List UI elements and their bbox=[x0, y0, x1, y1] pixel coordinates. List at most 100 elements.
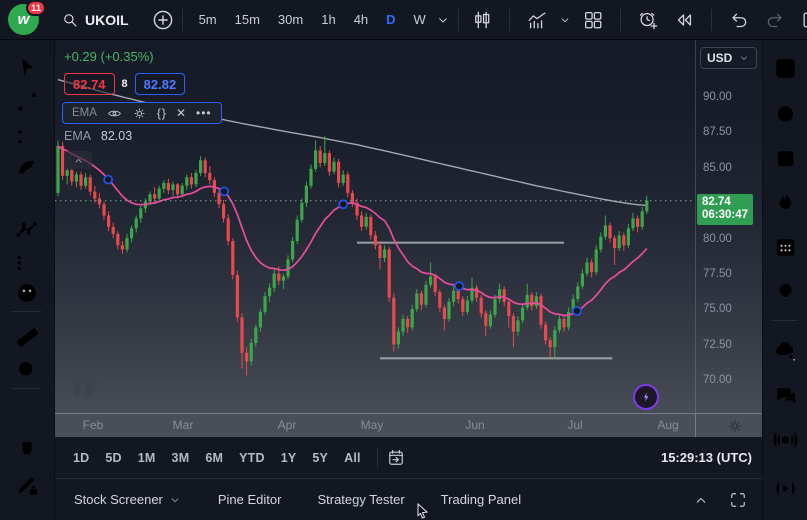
interval-menu-button[interactable] bbox=[435, 5, 451, 35]
chevron-up-icon[interactable] bbox=[692, 491, 710, 509]
zoom-in-tool-icon[interactable] bbox=[13, 356, 41, 384]
notification-badge: 11 bbox=[26, 0, 46, 16]
compare-add-symbol-button[interactable] bbox=[151, 5, 175, 35]
layout-grid-icon[interactable] bbox=[577, 5, 609, 35]
save-square-icon[interactable] bbox=[795, 5, 807, 35]
candlestick-chart[interactable] bbox=[55, 40, 695, 413]
ideas-icon[interactable] bbox=[771, 278, 799, 306]
time-scale[interactable]: FebMarAprMayJunJulAug bbox=[55, 413, 762, 437]
symbol-label: UKOIL bbox=[85, 12, 129, 28]
text-tool-icon[interactable] bbox=[13, 184, 41, 212]
gear-icon[interactable] bbox=[132, 106, 147, 121]
interval-button-1h[interactable]: 1h bbox=[312, 5, 344, 35]
range-button-All[interactable]: All bbox=[336, 445, 369, 471]
chevron-down-icon[interactable] bbox=[557, 5, 573, 35]
ruler-tool-icon[interactable] bbox=[13, 323, 41, 351]
calendar-icon[interactable] bbox=[771, 233, 799, 261]
replay-icon[interactable] bbox=[668, 5, 700, 35]
range-button-6M[interactable]: 6M bbox=[197, 445, 231, 471]
price-scale[interactable]: USD 90.0087.5085.0080.0077.5075.0072.507… bbox=[695, 40, 762, 413]
month-label-aug: Aug bbox=[657, 418, 678, 432]
interval-button-D[interactable]: D bbox=[377, 5, 404, 35]
cursor-tool-icon[interactable] bbox=[13, 54, 41, 82]
indicator-legend-name: EMA bbox=[64, 129, 90, 143]
xabcd-pattern-tool-icon[interactable] bbox=[13, 216, 41, 244]
currency-dropdown[interactable]: USD bbox=[700, 47, 757, 69]
footer-right-icons bbox=[692, 490, 762, 510]
range-button-YTD[interactable]: YTD bbox=[231, 445, 273, 471]
range-button-1D[interactable]: 1D bbox=[65, 445, 97, 471]
source-code-icon[interactable]: { } bbox=[157, 107, 166, 119]
user-avatar[interactable]: w 11 bbox=[8, 4, 39, 35]
go-to-date-icon[interactable] bbox=[386, 448, 406, 468]
indicator-drag-handle[interactable] bbox=[455, 282, 463, 290]
chart-pane[interactable]: +0.29 (+0.35%) 82.74 8 82.82 EMA { } ✕ •… bbox=[55, 40, 695, 413]
long-ma-line[interactable] bbox=[58, 80, 647, 206]
forecast-tool-icon[interactable] bbox=[13, 249, 41, 277]
live-icon[interactable] bbox=[771, 474, 799, 502]
last-price-badge: 82.74 06:30:47 bbox=[697, 194, 753, 225]
range-button-3M[interactable]: 3M bbox=[164, 445, 198, 471]
sell-button[interactable]: 82.74 bbox=[64, 73, 115, 95]
expand-panel-icon[interactable] bbox=[728, 490, 748, 510]
fib-lines-tool-icon[interactable] bbox=[13, 120, 41, 148]
hotlists-icon[interactable] bbox=[771, 188, 799, 216]
footer-tab-pine-editor[interactable]: Pine Editor bbox=[214, 492, 286, 507]
brush-tool-icon[interactable] bbox=[13, 152, 41, 180]
minds-icon[interactable] bbox=[771, 336, 799, 364]
month-label-may: May bbox=[361, 418, 384, 432]
footer-tab-strategy-tester[interactable]: Strategy Tester bbox=[313, 492, 408, 507]
redo-icon[interactable] bbox=[759, 5, 791, 35]
magnet-tool-icon[interactable] bbox=[13, 437, 41, 465]
range-button-5D[interactable]: 5D bbox=[97, 445, 129, 471]
bar-countdown: 06:30:47 bbox=[702, 209, 748, 223]
interval-button-5m[interactable]: 5m bbox=[190, 5, 226, 35]
indicators-icon[interactable] bbox=[521, 5, 553, 35]
indicator-drag-handle[interactable] bbox=[339, 200, 347, 208]
undo-icon[interactable] bbox=[723, 5, 755, 35]
alerts-icon[interactable] bbox=[771, 99, 799, 127]
toolbar-divider bbox=[13, 311, 41, 312]
footer-tab-trading-panel[interactable]: Trading Panel bbox=[437, 492, 525, 507]
scale-settings-gear-icon[interactable] bbox=[726, 417, 744, 435]
symbol-search-button[interactable]: UKOIL bbox=[53, 5, 137, 35]
bid-ask-row: 82.74 8 82.82 bbox=[64, 73, 185, 95]
interval-button-30m[interactable]: 30m bbox=[269, 5, 312, 35]
alert-plus-icon[interactable] bbox=[632, 5, 664, 35]
draw-lock-tool-icon[interactable] bbox=[13, 471, 41, 499]
interval-button-W[interactable]: W bbox=[405, 5, 435, 35]
watchlist-icon[interactable] bbox=[771, 54, 799, 82]
interval-button-15m[interactable]: 15m bbox=[226, 5, 269, 35]
indicator-drag-handle[interactable] bbox=[104, 176, 112, 184]
sidebar-divider bbox=[773, 320, 797, 321]
data-window-icon[interactable] bbox=[771, 143, 799, 171]
eye-icon[interactable] bbox=[107, 106, 122, 121]
indicator-drag-handle[interactable] bbox=[220, 187, 228, 195]
price-tick-label: 77.50 bbox=[703, 268, 732, 280]
price-change-label: +0.29 (+0.35%) bbox=[64, 49, 154, 64]
footer-tab-stock-screener[interactable]: Stock Screener bbox=[70, 492, 186, 507]
range-button-5Y[interactable]: 5Y bbox=[304, 445, 336, 471]
price-tick-label: 85.00 bbox=[703, 162, 732, 174]
toolbar-divider bbox=[13, 388, 41, 389]
close-icon[interactable]: ✕ bbox=[176, 107, 186, 119]
range-button-1Y[interactable]: 1Y bbox=[273, 445, 305, 471]
boost-button[interactable] bbox=[633, 384, 659, 410]
range-button-1M[interactable]: 1M bbox=[130, 445, 164, 471]
candles-icon[interactable] bbox=[466, 5, 498, 35]
indicator-floating-toolbar: EMA { } ✕ ••• bbox=[62, 102, 222, 124]
trend-line-tool-icon[interactable] bbox=[13, 88, 41, 116]
emoji-tool-icon[interactable] bbox=[13, 279, 41, 307]
legend-collapse-button[interactable] bbox=[64, 151, 92, 169]
buy-button[interactable]: 82.82 bbox=[135, 73, 186, 95]
toolbar-separator bbox=[711, 9, 712, 31]
indicator-legend[interactable]: EMA 82.03 bbox=[64, 129, 132, 143]
chat-icon[interactable] bbox=[771, 381, 799, 409]
arc-partial-tool-icon[interactable] bbox=[13, 499, 41, 520]
ema-line[interactable] bbox=[58, 146, 647, 315]
interval-button-4h[interactable]: 4h bbox=[345, 5, 377, 35]
indicator-drag-handle[interactable] bbox=[573, 307, 581, 315]
footer-tabs: Stock Screener Pine Editor Strategy Tester… bbox=[70, 492, 525, 507]
more-options-icon[interactable]: ••• bbox=[196, 107, 212, 119]
streams-icon[interactable] bbox=[771, 426, 799, 454]
